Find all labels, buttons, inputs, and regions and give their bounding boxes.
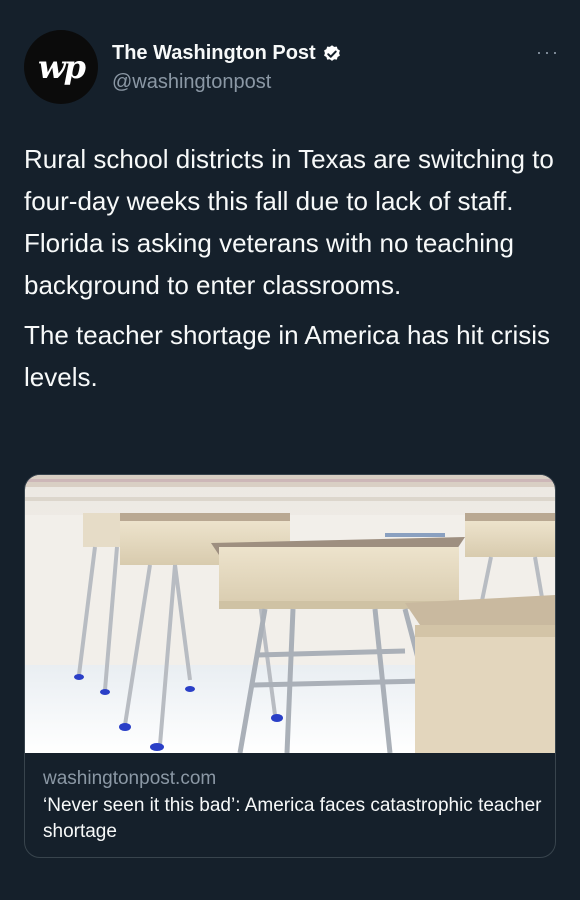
tweet-header: wp The Washington Post @washingtonpost ·… <box>24 30 560 110</box>
link-card-meta: washingtonpost.com ‘Never seen it this b… <box>43 767 543 845</box>
link-domain: washingtonpost.com <box>43 768 217 789</box>
account-handle[interactable]: @washingtonpost <box>112 71 342 94</box>
account-names: The Washington Post @washingtonpost <box>112 42 342 94</box>
link-title[interactable]: ‘Never seen it this bad’: America faces … <box>43 793 543 845</box>
classroom-desks-photo <box>25 475 555 753</box>
display-name[interactable]: The Washington Post <box>112 42 316 65</box>
tweet-text: Rural school districts in Texas are swit… <box>24 138 560 406</box>
link-preview-card[interactable]: washingtonpost.com ‘Never seen it this b… <box>24 474 556 858</box>
tweet-paragraph: The teacher shortage in America has hit … <box>24 320 551 392</box>
tweet-paragraph: Rural school districts in Texas are swit… <box>24 144 554 300</box>
avatar[interactable]: wp <box>24 30 98 104</box>
more-options-icon[interactable]: ··· <box>536 42 560 63</box>
verified-badge-icon <box>323 44 340 61</box>
